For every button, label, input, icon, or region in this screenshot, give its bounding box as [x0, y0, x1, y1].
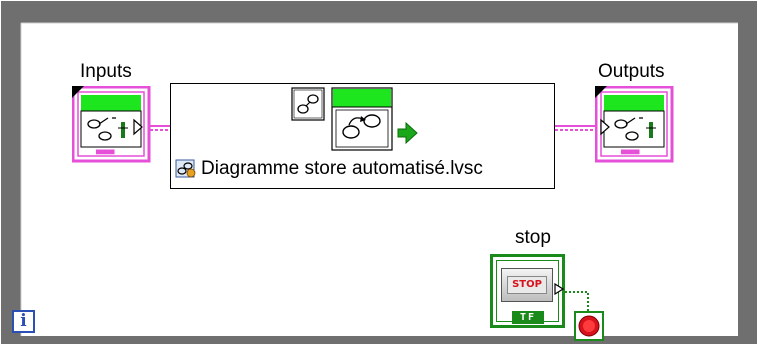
outputs-terminal[interactable]: ▀▀▀	[595, 86, 675, 164]
outputs-label: Outputs	[598, 61, 665, 82]
statechart-node[interactable]: Diagramme store automatisé.lvsc	[170, 83, 555, 189]
statechart-name: Diagramme store automatisé.lvsc	[201, 158, 483, 179]
svg-text:▀▀▀: ▀▀▀	[620, 149, 640, 159]
stop-button[interactable]: STOP	[501, 268, 553, 302]
output-arrow-icon	[554, 283, 564, 295]
stop-button-text: STOP	[507, 276, 547, 294]
loop-condition-stop-icon[interactable]	[574, 311, 604, 341]
inputs-terminal[interactable]: ▀▀▀	[72, 86, 152, 164]
svg-text:▀▀▀: ▀▀▀	[95, 149, 115, 159]
statechart-icon	[291, 87, 325, 121]
stop-terminal[interactable]: STOP TF	[490, 254, 565, 328]
statechart-run-icon	[331, 87, 418, 151]
inputs-label: Inputs	[80, 61, 132, 82]
stop-label: stop	[515, 227, 551, 248]
boolean-type-label: TF	[512, 311, 544, 324]
statechart-file-icon	[175, 159, 196, 178]
iteration-terminal: i	[12, 310, 35, 333]
